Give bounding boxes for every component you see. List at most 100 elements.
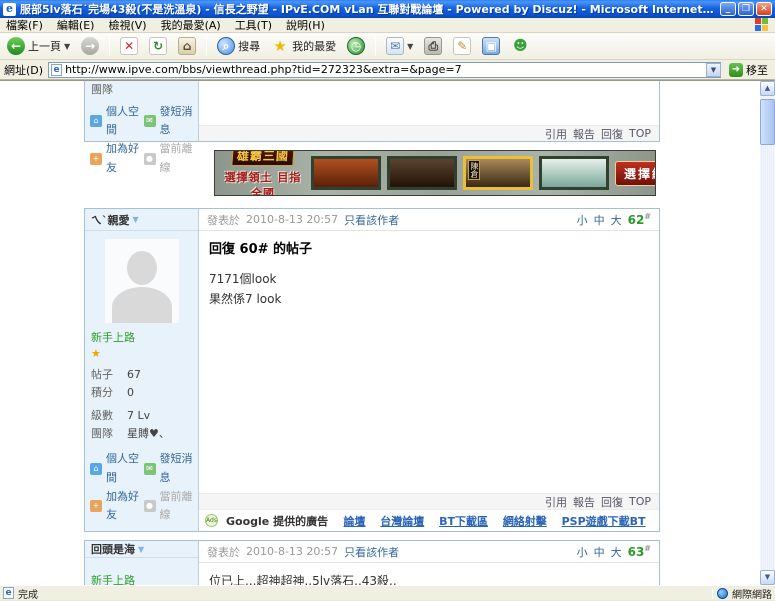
menu-edit[interactable]: 編輯(E): [57, 17, 95, 33]
font-small-link[interactable]: 小: [577, 544, 588, 560]
home-icon: ⌂: [178, 37, 197, 55]
level-label: 級數: [91, 409, 113, 423]
toolbar-separator: [109, 36, 111, 56]
profile-link[interactable]: 個人空間: [106, 103, 140, 140]
favorites-button[interactable]: ★ 我的最愛: [268, 36, 339, 56]
reply-link[interactable]: 回復: [601, 126, 623, 142]
mail-button[interactable]: ✉ ▼: [383, 36, 416, 56]
banner-thumb-4[interactable]: [539, 156, 609, 190]
user-rank[interactable]: 新手上路: [85, 570, 198, 585]
search-icon: ⌕: [217, 37, 236, 55]
search-button[interactable]: ⌕ 搜尋: [214, 36, 263, 56]
banner-thumb-1[interactable]: [311, 156, 381, 190]
vertical-scrollbar[interactable]: ▲ ▼: [760, 81, 775, 585]
scrollbar-thumb[interactable]: [760, 99, 775, 145]
back-button[interactable]: ← 上一頁 ▼: [4, 36, 73, 56]
only-author-link[interactable]: 只看該作者: [344, 212, 399, 228]
media-icon: ▣: [482, 37, 501, 55]
status-page-icon: e: [3, 587, 14, 599]
ad-link-2[interactable]: 台灣論壇: [380, 513, 424, 529]
history-button[interactable]: ◷: [344, 36, 368, 56]
user-rank[interactable]: 新手上路: [85, 327, 198, 347]
menu-bar: 檔案(F) 編輯(E) 檢視(V) 我的最愛(A) 工具(T) 說明(H): [0, 18, 775, 33]
add-friend-link[interactable]: 加為好友: [106, 140, 140, 177]
post-line: 果然係7 look: [209, 292, 282, 307]
font-big-link[interactable]: 大: [611, 544, 622, 560]
profile-link[interactable]: 個人空間: [106, 450, 140, 487]
print-button[interactable]: ⎙: [421, 36, 445, 56]
post-63: 回頭是海 ▼ 新手上路 ★ 帖子28 積分0 級數7 Lv 團隊: [84, 540, 660, 585]
restore-button[interactable]: ❐: [738, 2, 754, 16]
ads-provider: Google 提供的廣告: [226, 514, 329, 528]
banner-ad[interactable]: 雄霸三國 選擇領土 目指全國 陳倉 選擇終了: [214, 150, 656, 196]
report-link[interactable]: 報告: [573, 494, 595, 510]
minimize-button[interactable]: _: [720, 2, 736, 16]
forward-button[interactable]: →: [78, 36, 102, 56]
font-mid-link[interactable]: 中: [594, 212, 605, 228]
pm-icon: ✉: [143, 463, 156, 476]
top-link[interactable]: TOP: [629, 495, 651, 508]
media-button[interactable]: ▣: [479, 36, 503, 56]
menu-tools[interactable]: 工具(T): [235, 17, 272, 33]
author-name[interactable]: 回頭是海: [91, 541, 135, 557]
post-content: 位已上...超神超神..5lv落石..43殺.. 我2lv落石 89殺完...我…: [199, 563, 659, 585]
add-friend-icon: +: [90, 500, 102, 513]
post-partial: 團隊 ⌂ 個人空間 ✉ 發短消息 + 加為好友 ● 當前離線 引用 報告 回復 …: [84, 81, 660, 174]
only-author-link[interactable]: 只看該作者: [344, 544, 399, 560]
address-dropdown-icon[interactable]: ▼: [706, 62, 721, 77]
go-button[interactable]: ➜ 移至: [726, 62, 771, 78]
banner-thumb-3[interactable]: 陳倉: [463, 156, 533, 190]
menu-view[interactable]: 檢視(V): [108, 17, 146, 33]
ad-link-4[interactable]: 網絡射擊: [503, 513, 547, 529]
home-button[interactable]: ⌂: [175, 36, 199, 56]
back-dropdown-icon[interactable]: ▼: [64, 42, 70, 51]
report-link[interactable]: 報告: [573, 126, 595, 142]
top-link[interactable]: TOP: [629, 127, 651, 140]
ad-link-5[interactable]: PSP遊戲下載BT: [562, 513, 646, 529]
font-small-link[interactable]: 小: [577, 212, 588, 228]
pm-link[interactable]: 發短消息: [160, 450, 194, 487]
history-icon: ◷: [347, 37, 366, 55]
address-input[interactable]: e http://www.ipve.com/bbs/viewthread.php…: [48, 61, 721, 78]
author-dropdown-icon[interactable]: ▼: [133, 215, 139, 224]
menu-help[interactable]: 說明(H): [286, 17, 325, 33]
posts-count: 67: [127, 368, 141, 381]
author-name[interactable]: ㄟˋ親愛: [91, 212, 130, 228]
menu-file[interactable]: 檔案(F): [6, 17, 43, 33]
messenger-button[interactable]: ☻: [508, 36, 532, 56]
address-url[interactable]: http://www.ipve.com/bbs/viewthread.php?t…: [65, 63, 462, 76]
close-button[interactable]: ✕: [756, 2, 772, 16]
banner-confirm-button[interactable]: 選擇終了: [615, 160, 655, 186]
font-mid-link[interactable]: 中: [594, 544, 605, 560]
posts-label: 帖子: [91, 368, 113, 381]
scrollbar-track[interactable]: [760, 96, 775, 570]
font-big-link[interactable]: 大: [611, 212, 622, 228]
window-titlebar: e 服部5lv落石˙完場43殺(不是洗溫泉) - 信長之野望 - IPvE.CO…: [0, 0, 775, 18]
stop-button[interactable]: ✕: [117, 36, 141, 56]
ad-link-1[interactable]: 論壇: [343, 513, 365, 529]
pm-link[interactable]: 發短消息: [160, 103, 194, 140]
post-header: 發表於 2010-8-13 20:57 只看該作者 小 中 大 62#: [199, 209, 659, 231]
scroll-down-icon[interactable]: ▼: [760, 570, 775, 585]
mail-dropdown-icon[interactable]: ▼: [407, 42, 413, 51]
author-dropdown-icon[interactable]: ▼: [138, 545, 144, 554]
edit-button[interactable]: ✎: [450, 36, 474, 56]
stop-icon: ✕: [120, 37, 139, 55]
scroll-up-icon[interactable]: ▲: [760, 81, 775, 96]
team-label: 團隊: [91, 83, 113, 96]
post-reply-title: 回復 60# 的帖子: [209, 242, 313, 257]
ad-link-3[interactable]: BT下載區: [439, 513, 488, 529]
quote-link[interactable]: 引用: [545, 494, 567, 510]
banner-thumb-2[interactable]: [387, 156, 457, 190]
quote-link[interactable]: 引用: [545, 126, 567, 142]
toolbar-separator: [206, 36, 208, 56]
posted-prefix: 發表於: [207, 545, 240, 559]
toolbar-separator: [375, 36, 377, 56]
refresh-button[interactable]: ↻: [146, 36, 170, 56]
add-friend-link[interactable]: 加為好友: [106, 488, 140, 525]
pm-icon: ✉: [143, 115, 156, 128]
go-label: 移至: [746, 63, 768, 77]
reply-link[interactable]: 回復: [601, 494, 623, 510]
menu-favorites[interactable]: 我的最愛(A): [161, 17, 221, 33]
forward-icon: →: [81, 37, 100, 55]
